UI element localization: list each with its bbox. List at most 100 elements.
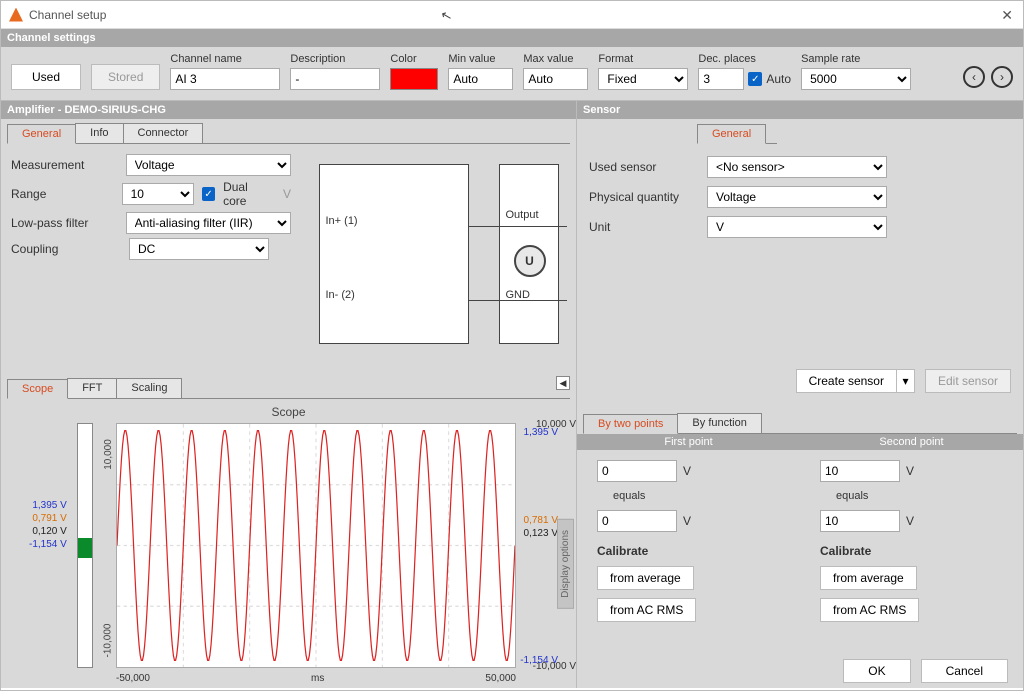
description-input[interactable] (290, 68, 380, 90)
p1-out-input[interactable] (597, 510, 677, 532)
y-top-label: 10,000 V (21, 419, 576, 430)
measurement-label: Measurement (11, 158, 118, 172)
tab-scope[interactable]: Scope (7, 379, 68, 399)
tab-amp-general[interactable]: General (7, 124, 76, 144)
dualcore-checkbox[interactable]: ✓ (202, 187, 215, 201)
output-box: Output GND U (499, 164, 559, 344)
tab-scaling[interactable]: Scaling (116, 378, 182, 398)
max-value-label: Max value (523, 53, 588, 65)
lpf-label: Low-pass filter (11, 216, 118, 230)
dec-auto-checkbox[interactable]: ✓ (748, 72, 762, 86)
second-point-column: V equals V Calibrate from average from A… (820, 460, 1003, 622)
channel-settings-header: Channel settings (1, 29, 1023, 47)
tab-by-function[interactable]: By function (677, 413, 761, 433)
scope-title: Scope (9, 405, 568, 419)
tab-amp-info[interactable]: Info (75, 123, 123, 143)
p1-from-average-button[interactable]: from average (597, 566, 694, 590)
channel-name-label: Channel name (170, 53, 280, 65)
tab-sensor-general[interactable]: General (697, 124, 766, 144)
unit-label: Unit (589, 220, 699, 234)
range-select[interactable]: 10 (122, 183, 194, 205)
scope-canvas: Scope 10,000 V -10,000 V 10,000 -10,000 (1, 399, 576, 688)
color-picker[interactable] (390, 68, 438, 90)
description-label: Description (290, 53, 380, 65)
y-rot-bot: -10,000 (102, 624, 113, 658)
p2-out-input[interactable] (820, 510, 900, 532)
lpf-select[interactable]: Anti-aliasing filter (IIR) (126, 212, 291, 234)
sample-rate-label: Sample rate (801, 53, 911, 65)
pin-output: Output (506, 209, 539, 221)
coupling-label: Coupling (11, 242, 121, 256)
format-label: Format (598, 53, 688, 65)
channel-settings-bar: Used Stored Channel name Description Col… (1, 47, 1023, 101)
create-sensor-button[interactable]: Create sensor (796, 369, 897, 393)
cancel-button[interactable]: Cancel (921, 659, 1008, 683)
first-point-column: V equals V Calibrate from average from A… (597, 460, 780, 622)
edit-sensor-button[interactable]: Edit sensor (925, 369, 1011, 393)
p2-from-average-button[interactable]: from average (820, 566, 917, 590)
create-sensor-dropdown[interactable]: ▾ (897, 369, 915, 393)
points-header: First pointSecond point (577, 434, 1023, 450)
scope-collapse-button[interactable]: ◀ (556, 376, 570, 390)
scope-panel: Scope FFT Scaling ◀ Scope (1, 374, 576, 688)
window-title: Channel setup (29, 8, 106, 22)
measurement-select[interactable]: Voltage (126, 154, 291, 176)
stored-button[interactable]: Stored (91, 64, 160, 90)
sig-right-mid1: 0,781 V (524, 515, 558, 526)
channel-name-input[interactable] (170, 68, 280, 90)
pin-in-plus: In+ (1) (326, 215, 358, 227)
p1-in-input[interactable] (597, 460, 677, 482)
p1-from-acrms-button[interactable]: from AC RMS (597, 598, 696, 622)
range-label: Range (11, 187, 114, 201)
p2-from-acrms-button[interactable]: from AC RMS (820, 598, 919, 622)
min-value-input[interactable] (448, 68, 513, 90)
tab-fft[interactable]: FFT (67, 378, 117, 398)
app-logo-icon (9, 8, 23, 22)
sig-right-top: 1,395 V (524, 427, 558, 438)
min-value-label: Min value (448, 53, 513, 65)
sig-right-bot: -1,154 V (520, 655, 558, 666)
connector-diagram: In+ (1) In- (2) Output GND U (301, 144, 576, 374)
used-sensor-select[interactable]: <No sensor> (707, 156, 887, 178)
used-sensor-label: Used sensor (589, 160, 699, 174)
dualcore-label: Dual core (223, 180, 271, 208)
signal-level-bar (77, 423, 93, 668)
equals-label-2: equals (836, 490, 868, 502)
calibrate-label-2: Calibrate (820, 544, 871, 558)
range-unit: V (283, 187, 291, 201)
tab-by-two-points[interactable]: By two points (583, 414, 678, 434)
mouse-cursor-icon: ↖ (439, 7, 454, 25)
sig-right-mid2: 0,123 V (524, 528, 558, 539)
phys-qty-select[interactable]: Voltage (707, 186, 887, 208)
sensor-u-icon: U (514, 245, 546, 277)
phys-qty-label: Physical quantity (589, 190, 699, 204)
ok-button[interactable]: OK (843, 659, 910, 683)
scope-plot[interactable] (116, 423, 516, 668)
pin-in-minus: In- (2) (326, 289, 355, 301)
next-channel-button[interactable]: › (991, 66, 1013, 88)
display-options-toggle[interactable]: Display options (557, 519, 574, 609)
format-select[interactable]: Fixed (598, 68, 688, 90)
dec-auto-label: Auto (766, 72, 791, 86)
y-rot-top: 10,000 (103, 439, 114, 470)
title-bar: Channel setup ↖ ✕ (1, 1, 1023, 29)
p2-in-input[interactable] (820, 460, 900, 482)
color-label: Color (390, 53, 438, 65)
calibrate-label-1: Calibrate (597, 544, 648, 558)
dec-places-label: Dec. places (698, 53, 791, 65)
x-axis: -50,000ms50,000 (116, 673, 516, 684)
equals-label: equals (613, 490, 645, 502)
used-button[interactable]: Used (11, 64, 81, 90)
sample-rate-select[interactable]: 5000 (801, 68, 911, 90)
tab-amp-connector[interactable]: Connector (123, 123, 204, 143)
coupling-select[interactable]: DC (129, 238, 269, 260)
signal-labels-left: 1,395 V 0,791 V 0,120 V -1,154 V (29, 499, 67, 551)
dialog-footer: OK Cancel (843, 659, 1008, 683)
unit-select[interactable]: V (707, 216, 887, 238)
prev-channel-button[interactable]: ‹ (963, 66, 985, 88)
max-value-input[interactable] (523, 68, 588, 90)
dec-places-input[interactable] (698, 68, 744, 90)
close-button[interactable]: ✕ (1001, 7, 1013, 24)
sensor-header: Sensor (577, 101, 1023, 119)
input-box: In+ (1) In- (2) (319, 164, 469, 344)
